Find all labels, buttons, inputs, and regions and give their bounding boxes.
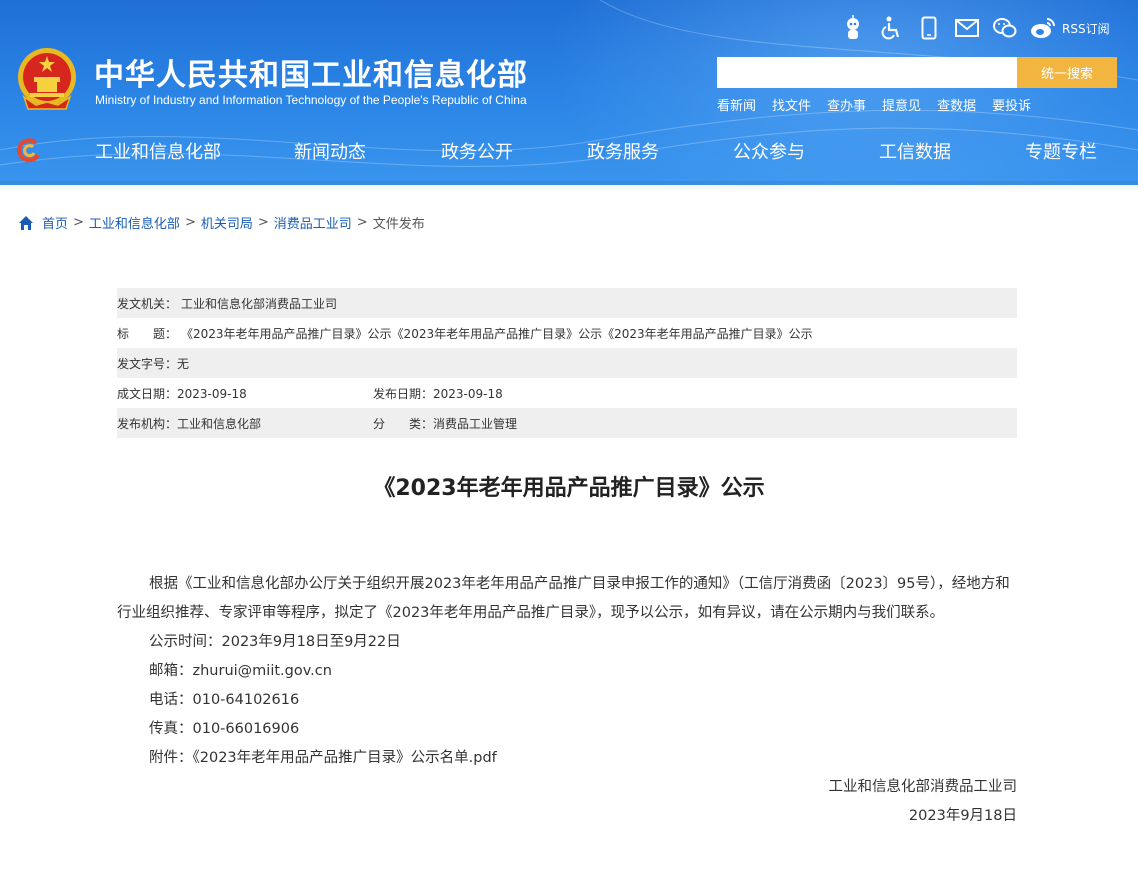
meta-label: 发布日期： bbox=[373, 386, 434, 401]
meta-label: 成文日期： bbox=[117, 386, 178, 401]
accessibility-icon[interactable] bbox=[878, 15, 904, 41]
meta-value: 无 bbox=[177, 356, 190, 371]
meta-value: 《2023年老年用品产品推广目录》公示《2023年老年用品产品推广目录》公示《2… bbox=[181, 326, 813, 341]
rss-subscribe-link[interactable]: RSS订阅 bbox=[1062, 20, 1110, 37]
document-metadata: 发文机关： 工业和信息化部消费品工业司 标 题： 《2023年老年用品产品推广目… bbox=[117, 288, 1017, 438]
breadcrumb-separator: > bbox=[184, 215, 196, 230]
nav-item-government-services[interactable]: 政务服务 bbox=[587, 138, 659, 164]
wechat-icon[interactable] bbox=[992, 15, 1018, 41]
main-nav: 工业和信息化部 新闻动态 政务公开 政务服务 公众参与 工信数据 专题专栏 bbox=[0, 128, 1138, 172]
nav-item-ministry[interactable]: 工业和信息化部 bbox=[95, 138, 221, 164]
meta-value: 2023-09-18 bbox=[433, 386, 503, 401]
site-title[interactable]: 中华人民共和国工业和信息化部 bbox=[94, 50, 528, 94]
article-period: 公示时间：2023年9月18日至9月22日 bbox=[149, 634, 401, 650]
article-date: 2023年9月18日 bbox=[908, 808, 1017, 824]
meta-row-title: 标 题： 《2023年老年用品产品推广目录》公示《2023年老年用品产品推广目录… bbox=[117, 318, 1017, 348]
article-email: 邮箱：zhurui@miit.gov.cn bbox=[149, 663, 332, 679]
home-icon[interactable] bbox=[18, 215, 34, 231]
nav-item-government-affairs[interactable]: 政务公开 bbox=[441, 138, 513, 164]
quick-link-files[interactable]: 找文件 bbox=[772, 95, 811, 114]
meta-value: 2023-09-18 bbox=[177, 386, 247, 401]
breadcrumb-ministry[interactable]: 工业和信息化部 bbox=[89, 213, 180, 232]
weibo-icon[interactable] bbox=[1030, 15, 1056, 41]
meta-label: 发布机构： bbox=[117, 416, 178, 431]
meta-label: 发文字号： bbox=[117, 356, 178, 371]
article-signature: 工业和信息化部消费品工业司 bbox=[828, 779, 1018, 795]
quick-link-data[interactable]: 查数据 bbox=[937, 95, 976, 114]
breadcrumb-current: 文件发布 bbox=[372, 217, 425, 232]
site-header: 中华人民共和国工业和信息化部 Ministry of Industry and … bbox=[0, 0, 1138, 185]
nav-item-data[interactable]: 工信数据 bbox=[879, 138, 951, 164]
article-title: 《2023年老年用品产品推广目录》公示 bbox=[373, 476, 765, 501]
search-input[interactable] bbox=[717, 57, 1017, 88]
breadcrumb-consumer-goods-dept[interactable]: 消费品工业司 bbox=[274, 213, 352, 232]
article-fax: 传真：010-66016906 bbox=[149, 721, 300, 737]
meta-row-docno: 发文字号： 无 bbox=[117, 348, 1017, 378]
quick-links: 看新闻 找文件 查办事 提意见 查数据 要投诉 bbox=[717, 95, 1031, 114]
article-attachment-link[interactable]: 附件：《2023年老年用品产品推广目录》公示名单.pdf bbox=[117, 744, 1017, 773]
national-emblem-icon bbox=[18, 48, 76, 110]
quick-link-feedback[interactable]: 提意见 bbox=[882, 95, 921, 114]
site-subtitle: Ministry of Industry and Information Tec… bbox=[95, 93, 527, 107]
breadcrumb-separator: > bbox=[73, 215, 84, 230]
meta-value: 工业和信息化部消费品工业司 bbox=[181, 296, 338, 311]
mail-icon[interactable] bbox=[954, 15, 980, 41]
meta-value: 消费品工业管理 bbox=[433, 416, 518, 431]
meta-label: 标 题： bbox=[117, 326, 178, 341]
article-phone: 电话：010-64102616 bbox=[149, 692, 300, 708]
meta-row-org: 发布机构：工业和信息化部 分 类：消费品工业管理 bbox=[117, 408, 1017, 438]
meta-row-issuer: 发文机关： 工业和信息化部消费品工业司 bbox=[117, 288, 1017, 318]
quick-link-complaint[interactable]: 要投诉 bbox=[992, 95, 1031, 114]
header-shadow bbox=[0, 181, 1138, 191]
breadcrumb: 首页 > 工业和信息化部 > 机关司局 > 消费品工业司 > 文件发布 bbox=[18, 213, 425, 232]
article-body: 根据《工业和信息化部办公厅关于组织开展2023年老年用品产品推广目录申报工作的通… bbox=[117, 570, 1017, 831]
meta-value: 工业和信息化部 bbox=[177, 416, 262, 431]
quick-link-news[interactable]: 看新闻 bbox=[717, 95, 756, 114]
meta-cell: 成文日期：2023-09-18 bbox=[117, 385, 373, 402]
meta-label: 发文机关： bbox=[117, 296, 178, 311]
nav-item-public-participation[interactable]: 公众参与 bbox=[733, 138, 805, 164]
meta-row-dates: 成文日期：2023-09-18 发布日期：2023-09-18 bbox=[117, 378, 1017, 408]
unified-search-button[interactable]: 统一搜索 bbox=[1017, 57, 1117, 88]
breadcrumb-departments[interactable]: 机关司局 bbox=[201, 213, 253, 232]
nav-item-special-topics[interactable]: 专题专栏 bbox=[1025, 138, 1097, 164]
breadcrumb-home[interactable]: 首页 bbox=[42, 213, 68, 232]
meta-cell: 发布机构：工业和信息化部 bbox=[117, 415, 373, 432]
quick-link-services[interactable]: 查办事 bbox=[827, 95, 866, 114]
article-paragraph: 根据《工业和信息化部办公厅关于组织开展2023年老年用品产品推广目录申报工作的通… bbox=[117, 576, 1010, 621]
mobile-icon[interactable] bbox=[916, 15, 942, 41]
meta-label: 分 类： bbox=[373, 416, 434, 431]
nav-item-news[interactable]: 新闻动态 bbox=[294, 138, 366, 164]
breadcrumb-separator: > bbox=[257, 215, 269, 230]
robot-assistant-icon[interactable] bbox=[840, 15, 866, 41]
meta-cell: 分 类：消费品工业管理 bbox=[373, 415, 517, 432]
breadcrumb-separator: > bbox=[356, 215, 368, 230]
top-toolbar: RSS订阅 bbox=[840, 14, 1110, 42]
meta-cell: 发布日期：2023-09-18 bbox=[373, 385, 503, 402]
